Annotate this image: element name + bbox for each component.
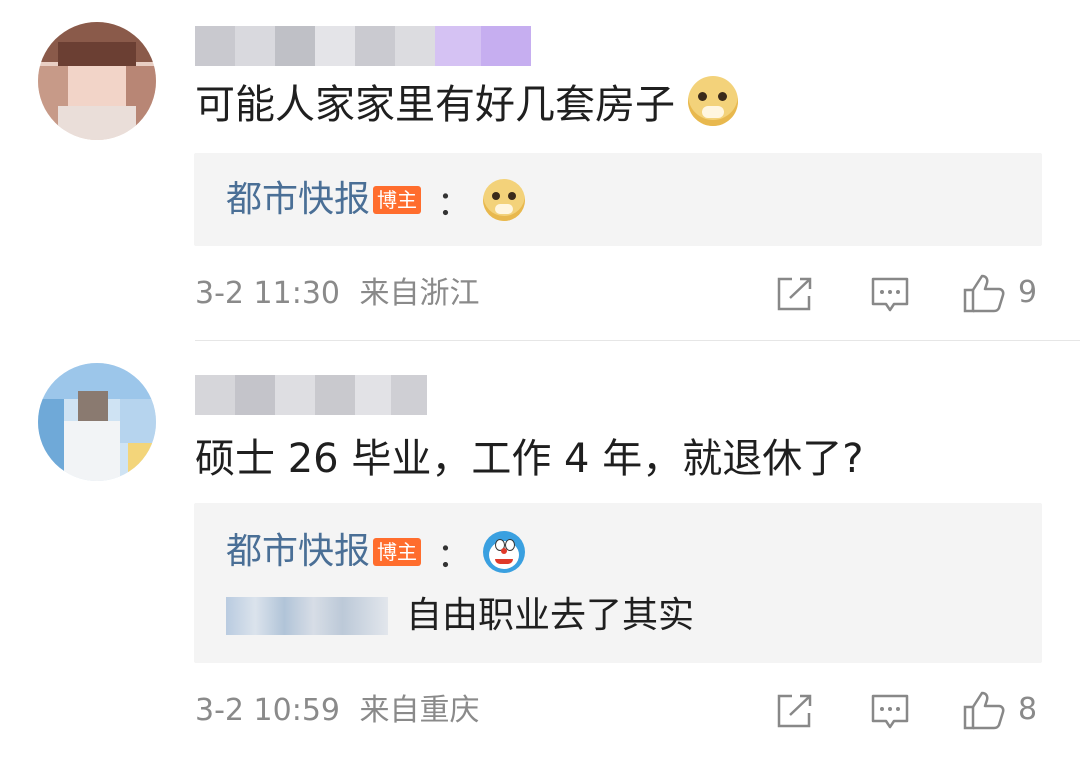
username-blurred[interactable] xyxy=(195,375,427,415)
reply-author-link[interactable]: 都市快报 xyxy=(226,175,370,225)
blogger-reply[interactable]: 都市快报 博主 ： 自由职业去了其实 xyxy=(194,503,1042,663)
share-button[interactable] xyxy=(776,693,814,729)
comment-item: 可能人家家里有好几套房子 都市快报 博主 ： 3-2 11:30 来自浙江 9 xyxy=(0,0,1080,340)
blogger-badge: 博主 xyxy=(373,186,422,214)
like-count: 8 xyxy=(1018,692,1038,727)
like-button[interactable]: 9 xyxy=(962,272,1037,314)
comment-meta: 3-2 10:59 来自重庆 xyxy=(195,691,480,731)
username-blurred[interactable] xyxy=(195,26,531,66)
user-avatar[interactable] xyxy=(38,22,156,140)
share-icon xyxy=(777,694,812,728)
reply-colon: ： xyxy=(437,183,472,224)
comment-location: 来自重庆 xyxy=(359,693,480,728)
comment-button[interactable] xyxy=(870,693,910,731)
reply-text: 自由职业去了其实 xyxy=(406,595,695,636)
blogger-badge: 博主 xyxy=(373,538,422,566)
reply-author-link[interactable]: 都市快报 xyxy=(226,527,370,577)
share-icon xyxy=(777,277,812,311)
blogger-reply[interactable]: 都市快报 博主 ： xyxy=(194,153,1042,246)
user-avatar[interactable] xyxy=(38,363,156,481)
like-button[interactable]: 8 xyxy=(962,689,1037,731)
comment-item: 硕士 26 毕业，工作 4 年，就退休了? 都市快报 博主 ： 自由职业去了其实… xyxy=(0,341,1080,759)
share-button[interactable] xyxy=(776,276,814,312)
doge-emoji-icon xyxy=(483,179,526,221)
doraemon-emoji-icon xyxy=(483,531,526,573)
doge-emoji-icon xyxy=(687,76,738,126)
comment-text: 可能人家家里有好几套房子 xyxy=(195,76,738,133)
comment-icon xyxy=(871,277,909,312)
thumbs-up-icon xyxy=(963,691,1005,730)
thumbs-up-icon xyxy=(963,274,1005,313)
comment-text: 硕士 26 毕业，工作 4 年，就退休了? xyxy=(195,436,864,482)
comment-location: 来自浙江 xyxy=(359,276,480,311)
comment-time: 3-2 11:30 xyxy=(195,276,340,311)
comment-time: 3-2 10:59 xyxy=(195,693,340,728)
comment-button[interactable] xyxy=(870,276,910,314)
comment-meta: 3-2 11:30 来自浙江 xyxy=(195,274,480,314)
like-count: 9 xyxy=(1018,275,1038,310)
comment-icon xyxy=(871,694,909,729)
mention-username-blurred[interactable] xyxy=(226,597,388,635)
reply-colon: ： xyxy=(437,535,472,576)
